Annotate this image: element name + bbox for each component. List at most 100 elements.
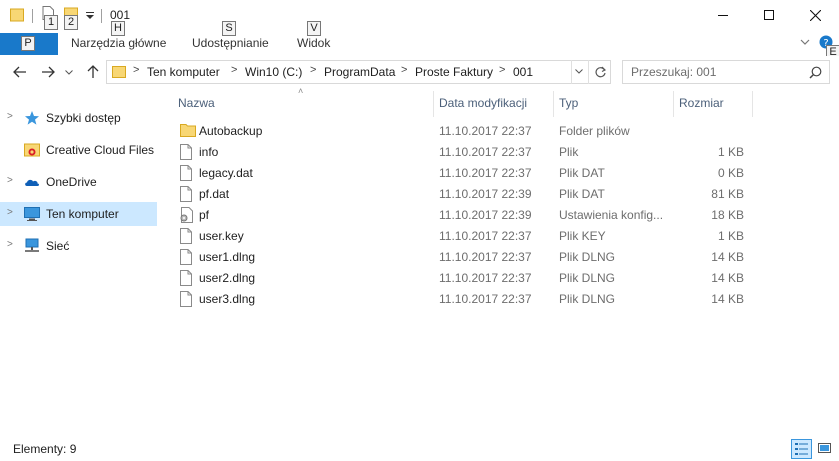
file-type: Plik KEY — [559, 229, 606, 243]
keytip-file: P — [21, 36, 35, 51]
nav-item-quick-access[interactable]: > Szybki dostęp — [0, 106, 157, 130]
table-row[interactable]: Autobackup 11.10.2017 22:37 Folder plików — [170, 121, 750, 142]
table-row[interactable]: pf.dat 11.10.2017 22:39 Plik DAT 81 KB — [170, 184, 750, 205]
ribbon-tabs: P Narzędzia główne H Udostępnianie S Wid… — [0, 21, 839, 60]
column-header-type[interactable]: Typ — [559, 96, 578, 110]
file-date: 11.10.2017 22:37 — [439, 145, 532, 159]
keytip-share: S — [222, 21, 236, 36]
table-row[interactable]: info 11.10.2017 22:37 Plik 1 KB — [170, 142, 750, 163]
breadcrumb-separator-icon[interactable]: > — [310, 64, 316, 76]
folder-icon — [180, 123, 196, 140]
column-header-date[interactable]: Data modyfikacji — [439, 96, 527, 110]
column-divider[interactable] — [673, 91, 674, 117]
status-bar: Elementy: 9 — [0, 437, 839, 461]
file-size: 1 KB — [717, 229, 744, 243]
tab-share[interactable]: Udostępnianie — [192, 36, 269, 50]
ribbon-expand-chevron-icon[interactable] — [800, 39, 810, 46]
file-name: pf.dat — [199, 187, 230, 201]
column-divider[interactable] — [433, 91, 434, 117]
file-size: 14 KB — [711, 292, 744, 306]
details-view-button[interactable] — [791, 439, 812, 459]
file-list: ˄ Nazwa Data modyfikacji Typ Rozmiar Aut… — [170, 86, 830, 433]
chevron-right-icon[interactable]: > — [7, 111, 13, 122]
file-date: 11.10.2017 22:37 — [439, 250, 532, 264]
table-row[interactable]: legacy.dat 11.10.2017 22:37 Plik DAT 0 KB — [170, 163, 750, 184]
nav-item-onedrive[interactable]: > OneDrive — [0, 170, 157, 194]
chevron-right-icon[interactable]: > — [7, 207, 13, 218]
breadcrumb-separator-icon[interactable]: > — [401, 64, 407, 76]
keytip-home: H — [111, 21, 125, 36]
chevron-right-icon[interactable]: > — [7, 175, 13, 186]
file-type: Plik DLNG — [559, 250, 616, 264]
search-box[interactable]: Przeszukaj: 001 — [622, 60, 830, 84]
forward-button[interactable] — [38, 62, 58, 82]
column-header-name[interactable]: Nazwa — [178, 96, 215, 110]
breadcrumb-separator-icon[interactable]: > — [231, 64, 237, 76]
minimize-icon — [718, 15, 728, 16]
file-icon — [180, 228, 194, 245]
folder-icon — [112, 66, 126, 78]
table-row[interactable]: user.key 11.10.2017 22:37 Plik KEY 1 KB — [170, 226, 750, 247]
nav-item-this-pc[interactable]: > Ten komputer — [0, 202, 157, 226]
maximize-icon — [764, 10, 774, 20]
table-row[interactable]: user1.dlng 11.10.2017 22:37 Plik DLNG 14 KB — [170, 247, 750, 268]
nav-item-label: Creative Cloud Files — [46, 143, 155, 157]
column-divider[interactable] — [553, 91, 554, 117]
refresh-icon[interactable] — [594, 66, 607, 79]
nav-item-network[interactable]: > Sieć — [0, 234, 157, 258]
breadcrumb-separator-icon[interactable]: > — [499, 64, 505, 76]
file-date: 11.10.2017 22:37 — [439, 292, 532, 306]
maximize-button[interactable] — [746, 0, 792, 30]
search-placeholder[interactable]: Przeszukaj: 001 — [631, 65, 716, 79]
keytip-view: V — [307, 21, 321, 36]
customize-toolbar-dropdown-icon[interactable] — [86, 12, 94, 20]
tab-view[interactable]: Widok — [297, 36, 330, 50]
breadcrumb-item[interactable]: Win10 (C:) — [245, 65, 302, 79]
minimize-button[interactable] — [700, 0, 746, 30]
file-type: Plik — [559, 145, 579, 159]
back-button[interactable] — [10, 62, 30, 82]
address-history-chevron-icon[interactable] — [575, 69, 583, 74]
file-name: user2.dlng — [199, 271, 256, 285]
arrow-left-icon — [13, 66, 26, 78]
breadcrumb-separator-icon[interactable]: > — [133, 64, 139, 76]
file-name: Autobackup — [199, 124, 263, 138]
table-row[interactable]: user2.dlng 11.10.2017 22:37 Plik DLNG 14 KB — [170, 268, 750, 289]
close-button[interactable] — [792, 0, 838, 30]
recent-locations-button[interactable] — [62, 62, 76, 82]
details-view-icon — [795, 443, 808, 455]
column-header-size[interactable]: Rozmiar — [679, 96, 724, 110]
search-icon[interactable] — [809, 66, 822, 79]
file-size: 1 KB — [717, 145, 744, 159]
breadcrumb-item[interactable]: 001 — [513, 65, 533, 79]
table-row[interactable]: user3.dlng 11.10.2017 22:37 Plik DLNG 14 KB — [170, 289, 750, 310]
arrow-up-icon — [87, 65, 99, 78]
file-type: Plik DAT — [559, 187, 605, 201]
breadcrumb-item[interactable]: ProgramData — [324, 65, 395, 79]
chevron-right-icon[interactable]: > — [7, 239, 13, 250]
nav-item-label: Sieć — [46, 239, 70, 253]
nav-item-label: Ten komputer — [46, 207, 119, 221]
breadcrumb-item[interactable]: Proste Faktury — [415, 65, 493, 79]
breadcrumb-item[interactable]: Ten komputer — [147, 65, 220, 79]
file-icon — [180, 249, 194, 266]
nav-item-creative-cloud-files[interactable]: Creative Cloud Files — [0, 138, 157, 162]
address-bar[interactable]: > Ten komputer > Win10 (C:) > ProgramDat… — [106, 60, 611, 84]
file-name: user.key — [199, 229, 244, 243]
file-icon — [180, 186, 194, 203]
tab-home[interactable]: Narzędzia główne — [71, 36, 166, 50]
network-icon — [25, 238, 39, 252]
file-name: pf — [199, 208, 210, 222]
column-divider[interactable] — [752, 91, 753, 117]
file-icon — [180, 144, 194, 161]
file-size: 14 KB — [711, 271, 744, 285]
nav-item-label: Szybki dostęp — [46, 111, 121, 125]
large-icons-view-button[interactable] — [814, 439, 835, 459]
file-name: legacy.dat — [199, 166, 253, 180]
item-count: Elementy: 9 — [13, 442, 77, 456]
table-row[interactable]: pf 11.10.2017 22:39 Ustawienia konfig... 18… — [170, 205, 750, 226]
tab-file[interactable]: P — [0, 33, 58, 55]
up-button[interactable] — [83, 62, 103, 82]
separator — [571, 60, 572, 84]
keytip-2: 2 — [64, 15, 78, 30]
